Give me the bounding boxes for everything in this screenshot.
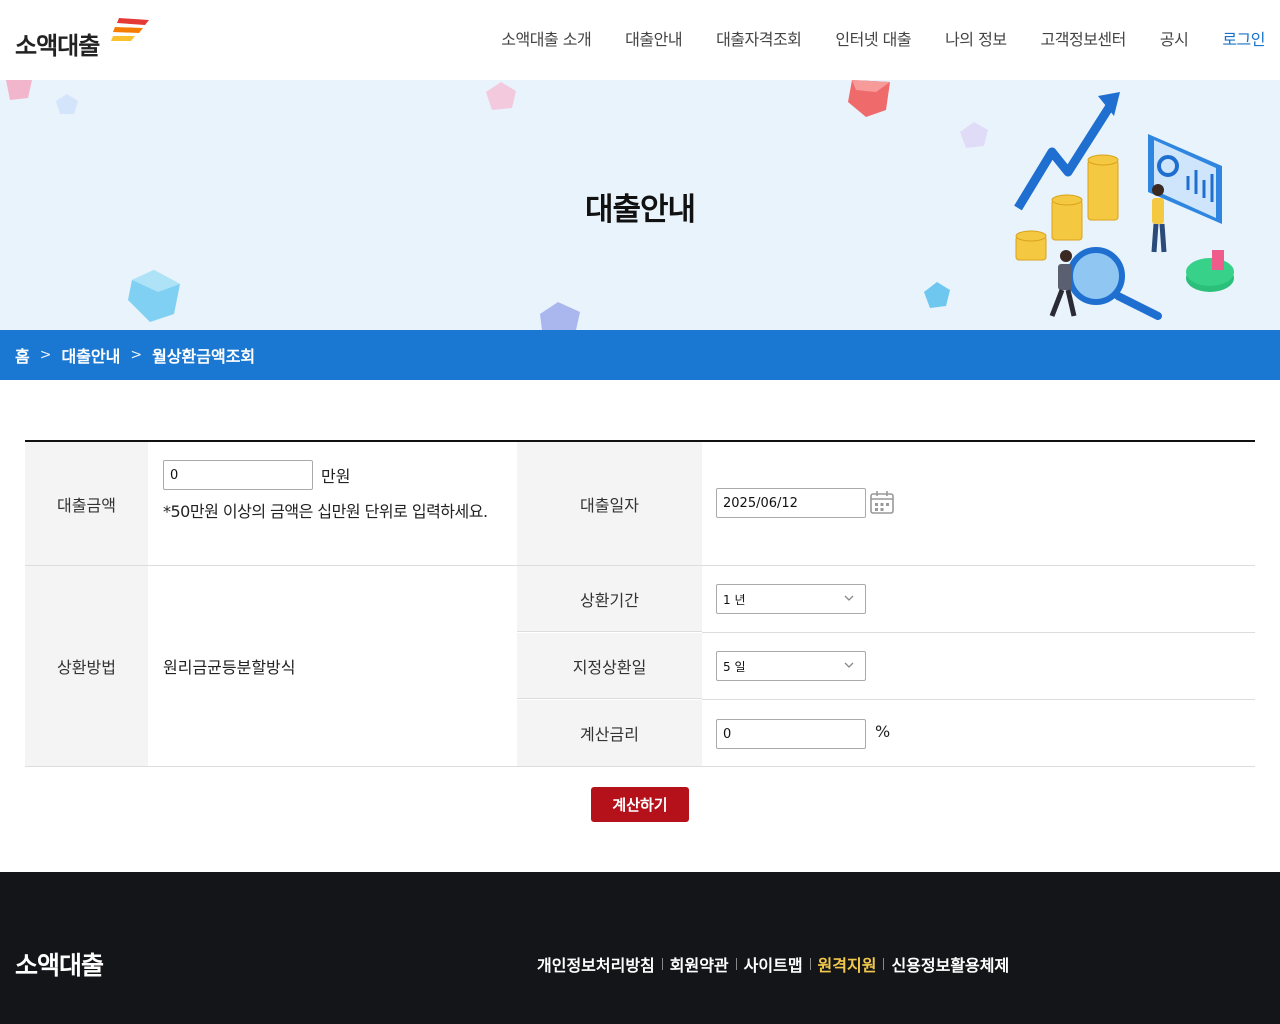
repay-period-value: 1 년	[723, 592, 746, 607]
chevron-down-icon	[844, 662, 854, 668]
repay-day-label: 지정상환일	[517, 633, 702, 699]
footer-link-terms[interactable]: 회원약관	[670, 952, 729, 976]
form-row-amount: 대출금액 만원 *50만원 이상의 금액은 십만원 단위로 입력하세요. 대출일…	[25, 442, 1255, 566]
nav-about[interactable]: 소액대출 소개	[501, 26, 591, 50]
footer-logo: 소액대출	[15, 951, 104, 980]
divider	[883, 958, 885, 970]
chevron-right-icon: >	[130, 347, 143, 363]
rate-unit: %	[875, 722, 891, 741]
loan-amount-input[interactable]	[163, 460, 313, 490]
calendar-icon[interactable]	[869, 489, 895, 515]
breadcrumb-loan-guide[interactable]: 대출안내	[61, 343, 120, 367]
repay-method-label: 상환방법	[25, 566, 148, 766]
footer-link-credit-info[interactable]: 신용정보활용체제	[891, 952, 1009, 976]
finance-illustration-icon	[1014, 92, 1234, 320]
footer-link-sitemap[interactable]: 사이트맵	[744, 952, 803, 976]
nav-customer-center[interactable]: 고객정보센터	[1041, 26, 1127, 50]
nav-login[interactable]: 로그인	[1222, 26, 1265, 50]
chevron-right-icon: >	[39, 347, 52, 363]
repay-method-value: 원리금균등분할방식	[163, 658, 296, 677]
breadcrumb-current: 월상환금액조회	[152, 347, 256, 366]
main-nav: 소액대출 소개 대출안내 대출자격조회 인터넷 대출 나의 정보 고객정보센터 …	[501, 26, 1265, 50]
decor-cube	[56, 94, 78, 114]
rate-input[interactable]	[716, 719, 866, 749]
repay-period-label: 상환기간	[517, 566, 702, 632]
repay-period-select[interactable]: 1 년	[716, 584, 866, 614]
loan-amount-label: 대출금액	[25, 442, 148, 565]
hero-banner: 대출안내	[0, 80, 1280, 330]
footer-link-privacy[interactable]: 개인정보처리방침	[537, 952, 655, 976]
logo-stripes-icon	[111, 18, 149, 41]
decor-cube	[924, 282, 950, 308]
decor-cube	[848, 80, 890, 117]
nav-my-info[interactable]: 나의 정보	[945, 26, 1007, 50]
chevron-down-icon	[844, 595, 854, 601]
decor-cube	[540, 302, 580, 330]
loan-date-cell	[702, 442, 1255, 565]
decor-cube	[960, 122, 988, 148]
rate-label: 계산금리	[517, 700, 702, 766]
nav-internet-loan[interactable]: 인터넷 대출	[835, 26, 911, 50]
nav-eligibility[interactable]: 대출자격조회	[716, 26, 802, 50]
repay-day-select[interactable]: 5 일	[716, 651, 866, 681]
breadcrumb-home[interactable]: 홈	[15, 343, 30, 367]
divider	[702, 632, 1255, 633]
repayment-form: 대출금액 만원 *50만원 이상의 금액은 십만원 단위로 입력하세요. 대출일…	[25, 440, 1255, 767]
breadcrumb: 홈 > 대출안내 > 월상환금액조회	[0, 330, 1280, 380]
site-footer: 소액대출 개인정보처리방침 회원약관 사이트맵 원격지원 신용정보활용체제	[0, 872, 1280, 1024]
form-row-method: 상환방법 원리금균등분할방식 상환기간 1 년 지정상환일 5 일 계산금리 %	[25, 566, 1255, 767]
site-header: 소액대출 소액대출 소개 대출안내 대출자격조회 인터넷 대출 나의 정보 고객…	[0, 0, 1280, 80]
site-logo[interactable]: 소액대출	[15, 14, 155, 70]
footer-link-remote-support[interactable]: 원격지원	[818, 952, 877, 976]
loan-amount-note: *50만원 이상의 금액은 십만원 단위로 입력하세요.	[163, 502, 488, 521]
divider	[661, 958, 663, 970]
footer-links: 개인정보처리방침 회원약관 사이트맵 원격지원 신용정보활용체제	[537, 952, 1009, 976]
decor-cube	[128, 270, 180, 322]
loan-date-input[interactable]	[716, 488, 866, 518]
decor-cube	[486, 82, 516, 110]
loan-date-label: 대출일자	[517, 442, 702, 565]
nav-loan-guide[interactable]: 대출안내	[625, 26, 682, 50]
loan-amount-cell: 만원 *50만원 이상의 금액은 십만원 단위로 입력하세요.	[148, 442, 517, 565]
decor-cube	[6, 80, 32, 100]
logo-text: 소액대출	[15, 32, 100, 60]
repay-day-value: 5 일	[723, 659, 746, 674]
divider	[735, 958, 737, 970]
divider	[809, 958, 811, 970]
nav-notice[interactable]: 공시	[1160, 26, 1189, 50]
divider	[702, 699, 1255, 700]
loan-amount-unit: 만원	[321, 467, 351, 486]
calculate-button[interactable]: 계산하기	[591, 787, 689, 822]
